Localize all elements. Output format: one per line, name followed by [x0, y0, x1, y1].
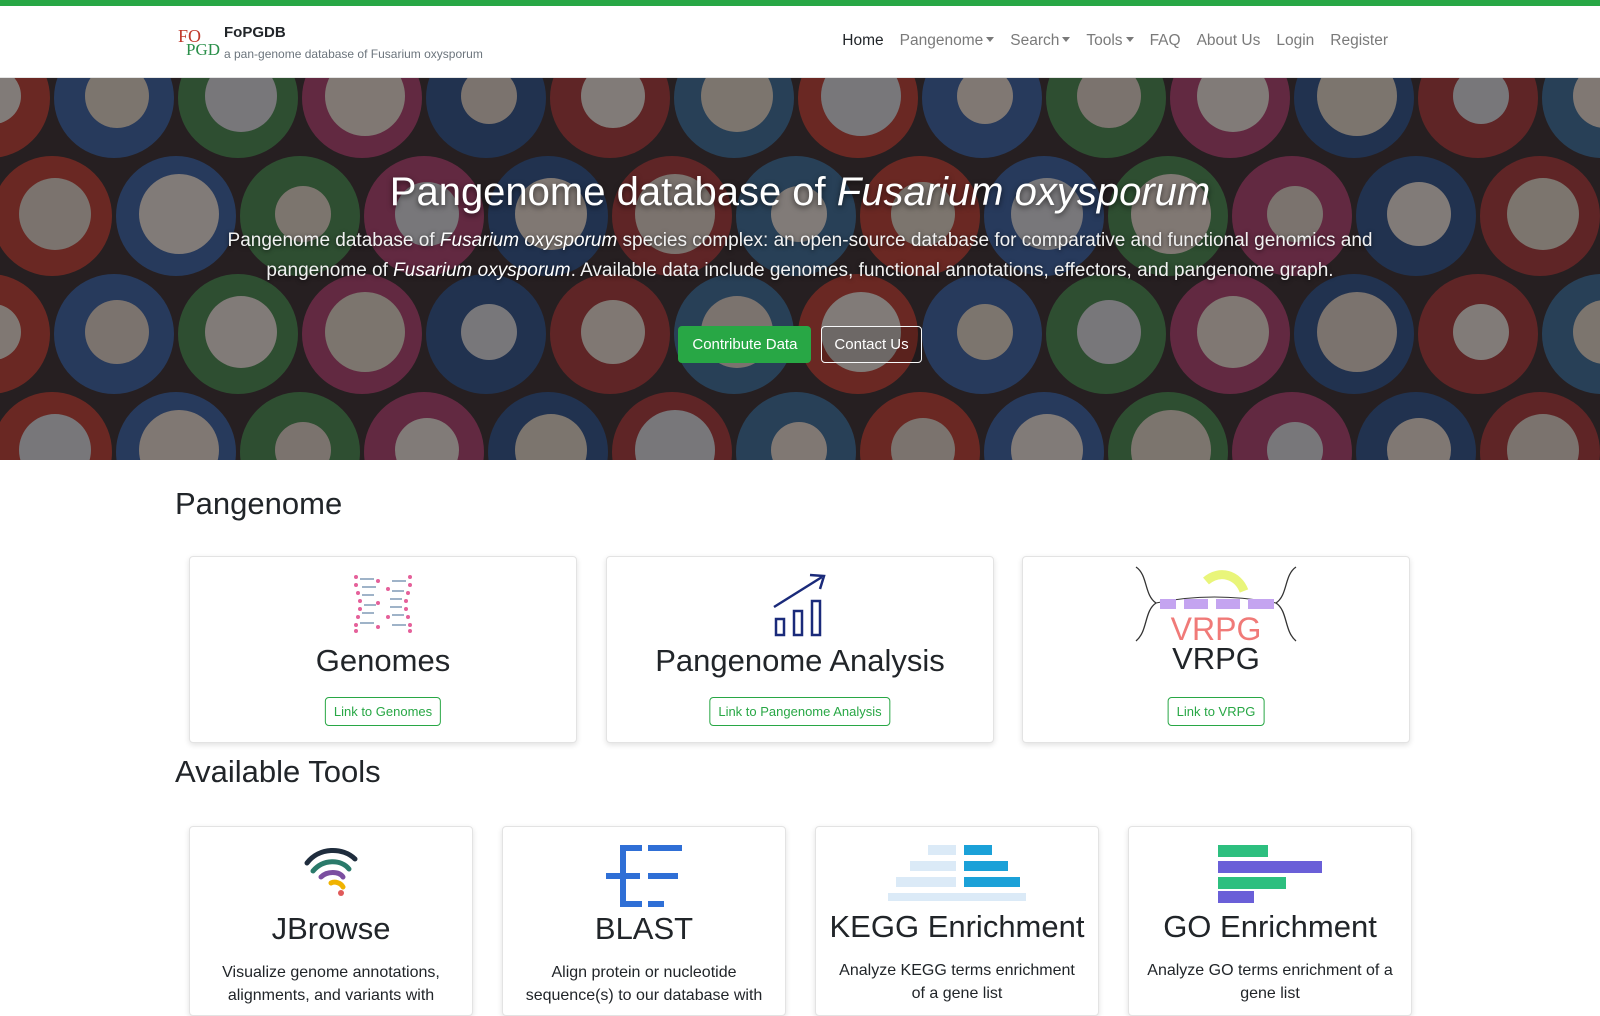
main-nav: Home Pangenome Search Tools FAQ About Us… [842, 32, 1388, 50]
brand-link[interactable]: FO PGD FoPGDB a pan-genome database of F… [178, 20, 498, 66]
link-to-pangenome-analysis-button[interactable]: Link to Pangenome Analysis [709, 697, 891, 726]
nav-search-label: Search [1010, 32, 1060, 49]
jbrowse-card-title: JBrowse [271, 911, 391, 946]
nav-tools-label: Tools [1086, 32, 1123, 49]
go-bars-icon [1218, 845, 1322, 903]
caret-down-icon [986, 37, 995, 42]
hero-buttons: Contribute Data Contact Us [0, 326, 1600, 363]
go-enrichment-card-text: Analyze GO terms enrichment of a gene li… [1147, 962, 1393, 1002]
available-tools-section-title: Available Tools [175, 754, 381, 789]
go-enrichment-card[interactable]: GO Enrichment Analyze GO terms enrichmen… [1128, 826, 1412, 1016]
hero-banner: Pangenome database of Fusarium oxysporum… [0, 78, 1600, 460]
pangenome-analysis-card: Pangenome Analysis Link to Pangenome Ana… [606, 556, 994, 743]
dna-icon [354, 575, 412, 633]
logo-bottom-text: PGD [186, 40, 221, 59]
link-to-vrpg-button[interactable]: Link to VRPG [1167, 697, 1265, 726]
kegg-bars-icon [888, 845, 1026, 901]
caret-down-icon [1125, 37, 1134, 42]
nav-faq[interactable]: FAQ [1150, 32, 1181, 50]
blast-card-text: Align protein or nucleotide sequence(s) … [525, 964, 763, 1004]
kegg-enrichment-card-title: KEGG Enrichment [829, 909, 1085, 944]
brand-subtitle: a pan-genome database of Fusarium oxyspo… [224, 47, 483, 61]
pangenome-analysis-card-title: Pangenome Analysis [655, 643, 945, 678]
vrpg-card: VRPG VRPG Link to VRPG [1022, 556, 1410, 743]
hero-title-species: Fusarium oxysporum [836, 170, 1211, 214]
vrpg-card-title: VRPG [1172, 641, 1260, 676]
vrpg-logo: VRPG [1135, 566, 1297, 645]
hero-title-prefix: Pangenome database of [389, 170, 837, 214]
caret-down-icon [1062, 37, 1071, 42]
go-enrichment-card-title: GO Enrichment [1163, 909, 1377, 944]
nav-register[interactable]: Register [1330, 32, 1388, 50]
genomes-card: Genomes Link to Genomes [189, 556, 577, 743]
kegg-enrichment-card-text: Analyze KEGG terms enrichment of a gene … [839, 962, 1075, 1002]
nav-login[interactable]: Login [1276, 32, 1314, 50]
blast-card-title: BLAST [594, 911, 694, 946]
hero-description: Pangenome database of Fusarium oxysporum… [200, 226, 1400, 286]
hero-desc-part1: Pangenome database of [227, 230, 440, 251]
nav-about[interactable]: About Us [1197, 32, 1261, 50]
pangenome-section-title: Pangenome [175, 486, 343, 521]
nav-tools-dropdown[interactable]: Tools [1086, 32, 1134, 50]
nav-home[interactable]: Home [842, 32, 883, 50]
blast-card[interactable]: BLAST Align protein or nucleotide sequen… [502, 826, 786, 1016]
fopgd-logo: FO PGD [178, 26, 222, 59]
nav-pangenome-label: Pangenome [899, 32, 984, 49]
hero-desc-species1: Fusarium oxysporum [439, 230, 618, 251]
nav-search-dropdown[interactable]: Search [1010, 32, 1071, 50]
vrpg-logo-text: VRPG [1171, 611, 1262, 645]
contribute-data-button[interactable]: Contribute Data [678, 326, 812, 363]
genomes-card-title: Genomes [315, 643, 451, 678]
hero-title: Pangenome database of Fusarium oxysporum [0, 170, 1600, 215]
jbrowse-icon [304, 848, 358, 896]
hero-desc-part3: . Available data include genomes, functi… [570, 260, 1334, 281]
growth-chart-icon [773, 573, 826, 637]
jbrowse-card-text: Visualize genome annotations, alignments… [222, 964, 440, 1004]
nav-pangenome-dropdown[interactable]: Pangenome [900, 32, 995, 50]
jbrowse-card[interactable]: JBrowse Visualize genome annotations, al… [189, 826, 473, 1016]
brand-name: FoPGDB [224, 24, 286, 41]
hero-desc-species2: Fusarium oxysporum [393, 260, 571, 281]
blast-icon [606, 845, 682, 907]
kegg-enrichment-card[interactable]: KEGG Enrichment Analyze KEGG terms enric… [815, 826, 1099, 1016]
navbar: FO PGD FoPGDB a pan-genome database of F… [0, 6, 1600, 78]
link-to-genomes-button[interactable]: Link to Genomes [324, 697, 442, 726]
contact-us-button[interactable]: Contact Us [821, 326, 922, 363]
